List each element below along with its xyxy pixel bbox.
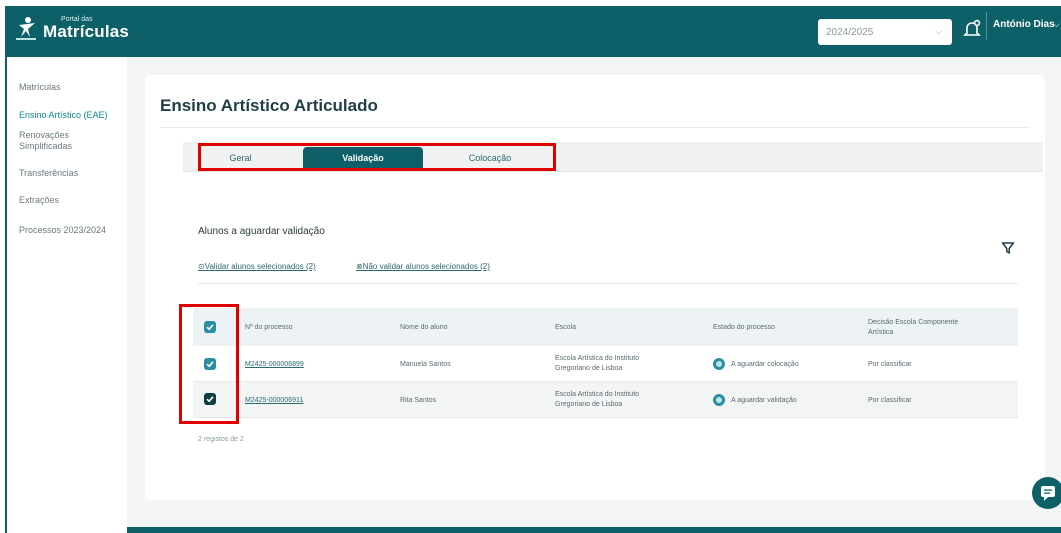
school-name-line2: Gregoriano de Lisboa [555, 401, 623, 408]
school-name: Escola Artística do Instituto Gregoriano… [555, 390, 639, 410]
chat-icon [1041, 486, 1055, 501]
school-name-line1: Escola Artística do Instituto [555, 391, 640, 398]
logo-title: Matrículas [43, 22, 130, 41]
student-name: Manuela Santos [400, 361, 451, 368]
student-name: Rita Santos [400, 397, 437, 404]
records-count: 2 registos de 2 [198, 436, 244, 443]
not-validate-selected-link[interactable]: ⊗Não validar alunos selecionados (2) [356, 262, 490, 271]
process-state: A aguardar validação [731, 397, 797, 404]
user-chevron-down-icon[interactable]: ⌵ [1053, 19, 1060, 30]
sidebar-item-processos[interactable]: Processos 2023/2024 [19, 225, 106, 236]
actions-divider [198, 283, 1018, 284]
filter-icon[interactable] [1001, 241, 1015, 255]
chevron-down-icon: ⌵ [935, 26, 942, 36]
school-name: Escola Artística do Instituto Gregoriano… [555, 354, 639, 374]
header-process-number: Nº do processo [245, 324, 293, 331]
process-state: A aguardar colocação [731, 361, 799, 368]
bottom-bar [127, 527, 1061, 533]
sidebar-item-extracoes[interactable]: Extrações [19, 195, 59, 206]
sidebar-item-renovacoes-line2: Simplificadas [19, 141, 73, 151]
top-bar: Portal das Matrículas 2024/2025 ⌵ Antóni… [5, 6, 1061, 57]
not-validate-circle-icon: ⊗ [356, 262, 363, 271]
process-number-link[interactable]: M2425-000006911 [245, 396, 303, 406]
not-validate-selected-label: Não validar alunos selecionados (2) [362, 262, 490, 271]
portal-logo[interactable]: Portal das Matrículas [15, 15, 129, 41]
header-student-name: Nome do aluno [400, 324, 448, 331]
logo-icon [15, 15, 37, 41]
sidebar-item-renovacoes[interactable]: Renovações Simplificadas [19, 130, 72, 152]
sidebar-item-transferencias[interactable]: Transferências [19, 168, 78, 179]
notifications-icon[interactable] [962, 19, 982, 39]
school-year-value: 2024/2025 [826, 26, 874, 38]
header-divider [986, 12, 987, 40]
section-title: Alunos a aguardar validação [198, 226, 325, 237]
checkbox-highlight-box [179, 304, 239, 424]
status-icon [713, 394, 725, 406]
header-school: Escola [555, 324, 577, 331]
page-title: Ensino Artístico Articulado [160, 96, 378, 115]
artistic-decision: Por classificar [868, 397, 912, 404]
header-artistic-decision-line1: Decisão Escola Componente [868, 319, 959, 326]
validate-circle-icon: ⊙ [198, 262, 205, 271]
validate-selected-label: Validar alunos selecionados (2) [204, 262, 316, 271]
user-name[interactable]: António Dias [993, 19, 1055, 30]
sidebar-item-ensino-artistico[interactable]: Ensino Artístico (EAE) [19, 110, 108, 121]
chat-button[interactable] [1032, 477, 1061, 509]
sidebar-item-matriculas[interactable]: Matrículas [19, 82, 61, 93]
sidebar: Matrículas Ensino Artístico (EAE) Renova… [7, 57, 127, 533]
header-process-state: Estado do processo [713, 324, 775, 331]
status-icon [713, 358, 725, 370]
validate-selected-link[interactable]: ⊙Validar alunos selecionados (2) [198, 262, 316, 271]
process-number-link[interactable]: M2425-000006899 [245, 360, 304, 370]
artistic-decision: Por classificar [868, 361, 912, 368]
header-artistic-decision: Decisão Escola Componente Artística [868, 318, 958, 338]
school-name-line2: Gregoriano de Lisboa [555, 365, 623, 372]
header-artistic-decision-line2: Artística [868, 329, 894, 336]
title-divider [160, 127, 1030, 128]
sidebar-item-renovacoes-line1: Renovações [19, 130, 70, 140]
school-name-line1: Escola Artística do Instituto [555, 355, 640, 362]
school-year-select[interactable]: 2024/2025 ⌵ [818, 19, 952, 45]
tabs-highlight-box [198, 143, 556, 171]
